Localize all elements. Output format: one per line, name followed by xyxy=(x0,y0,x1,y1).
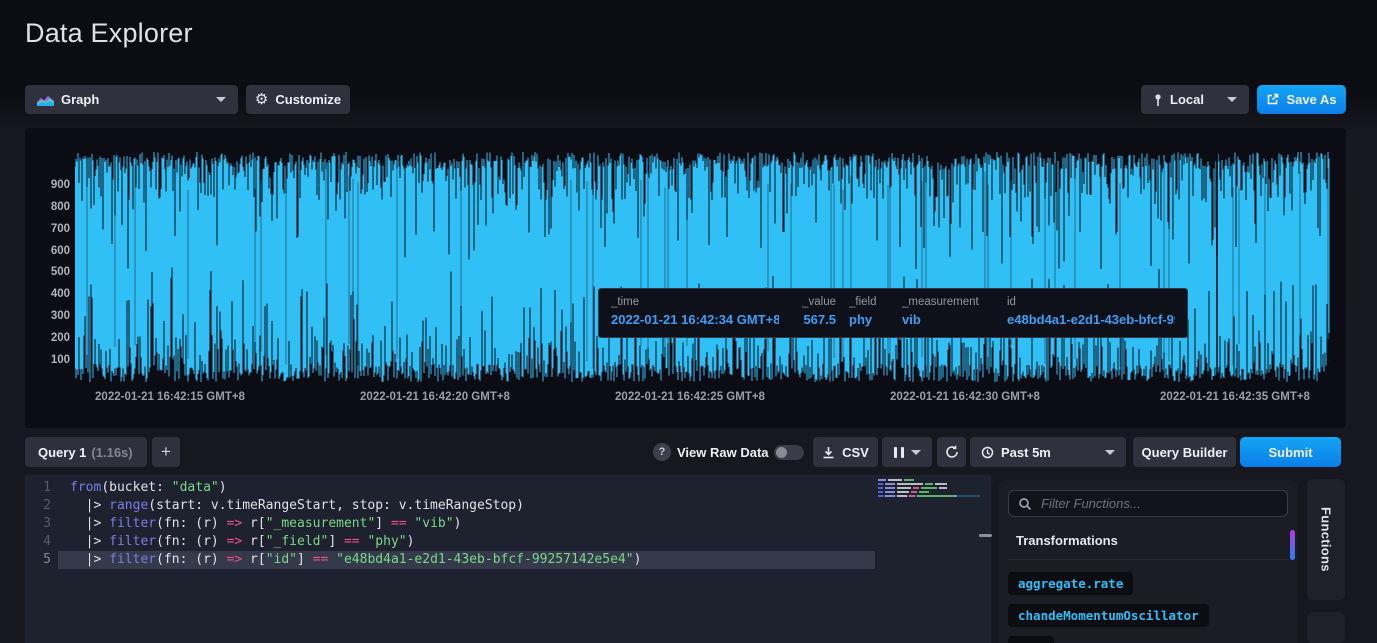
gear-icon: ⚙ xyxy=(255,92,268,107)
code-line[interactable]: 1from(bucket: "data") xyxy=(25,479,991,497)
clock-icon xyxy=(981,446,994,459)
add-query-button[interactable]: + xyxy=(152,437,180,467)
tooltip-column-measurement: _measurementvib xyxy=(902,296,994,330)
editor-minimap[interactable] xyxy=(878,479,990,499)
flux-code-editor[interactable]: 1from(bucket: "data")2 |> range(start: v… xyxy=(25,475,991,643)
query-duration: (1.16s) xyxy=(91,445,132,460)
code-line[interactable]: 5 |> filter(fn: (r) => r["id"] == "e48bd… xyxy=(25,551,991,569)
scrollbar-thumb[interactable] xyxy=(1290,530,1295,560)
tab-functions[interactable]: Functions xyxy=(1307,479,1345,600)
y-axis-tick: 600 xyxy=(25,243,70,259)
visualization-type-label: Graph xyxy=(61,92,99,107)
function-category-header: Transformations xyxy=(1016,533,1118,548)
chevron-down-icon xyxy=(216,97,226,102)
function-search-input[interactable] xyxy=(1039,495,1278,512)
tooltip-column-id: ide48bd4a1-e2d1-43eb-bfcf-992… xyxy=(1007,296,1175,330)
chevron-down-icon xyxy=(911,450,921,455)
x-axis-tick: 2022-01-21 16:42:30 GMT+8 xyxy=(890,391,1040,403)
submit-button[interactable]: Submit xyxy=(1240,437,1341,467)
chevron-down-icon xyxy=(1227,97,1237,102)
x-axis-tick: 2022-01-21 16:42:35 GMT+8 xyxy=(1160,391,1310,403)
functions-panel: Transformations aggregate.rate chandeMome… xyxy=(998,480,1298,643)
y-axis-tick: 700 xyxy=(25,221,70,237)
y-axis-tick: 800 xyxy=(25,199,70,215)
pause-icon xyxy=(894,447,897,458)
export-icon xyxy=(1266,93,1279,106)
x-axis-tick: 2022-01-21 16:42:20 GMT+8 xyxy=(360,391,510,403)
code-lines: 1from(bucket: "data")2 |> range(start: v… xyxy=(25,479,991,569)
code-line[interactable]: 3 |> filter(fn: (r) => r["_measurement"]… xyxy=(25,515,991,533)
refresh-button[interactable] xyxy=(937,437,966,467)
tab-next-partial[interactable] xyxy=(1307,612,1345,643)
function-item-partial[interactable] xyxy=(1008,636,1054,643)
time-range-dropdown[interactable]: Past 5m xyxy=(970,437,1126,467)
query-tab[interactable]: Query 1 (1.16s) xyxy=(25,437,147,467)
code-line[interactable]: 2 |> range(start: v.timeRangeStart, stop… xyxy=(25,497,991,515)
chart-tooltip: _time2022-01-21 16:42:34 GMT+8 _value567.… xyxy=(598,288,1188,338)
pin-icon xyxy=(1153,93,1163,107)
tooltip-column-time: _time2022-01-21 16:42:34 GMT+8 xyxy=(611,296,779,330)
view-raw-data-label: View Raw Data xyxy=(677,444,769,461)
y-axis-tick: 500 xyxy=(25,264,70,280)
y-axis-tick: 300 xyxy=(25,308,70,324)
y-axis-tick: 100 xyxy=(25,352,70,368)
panel-resize-handle[interactable] xyxy=(979,534,992,537)
tooltip-column-field: _fieldphy xyxy=(849,296,889,330)
y-axis-tick: 400 xyxy=(25,286,70,302)
tooltip-column-value: _value567.5 xyxy=(792,296,836,330)
page-title: Data Explorer xyxy=(25,18,193,49)
chevron-down-icon xyxy=(1105,450,1115,455)
function-item[interactable]: aggregate.rate xyxy=(1008,572,1133,595)
pause-refresh-button[interactable] xyxy=(882,437,932,467)
divider xyxy=(1008,559,1288,560)
y-axis-tick: 900 xyxy=(25,177,70,193)
x-axis-tick: 2022-01-21 16:42:15 GMT+8 xyxy=(95,391,245,403)
refresh-icon xyxy=(945,445,959,459)
visualization-type-dropdown[interactable]: Graph xyxy=(25,85,238,114)
query-builder-button[interactable]: Query Builder xyxy=(1133,437,1236,467)
csv-download-button[interactable]: CSV xyxy=(813,437,878,467)
chart-panel: _time2022-01-21 16:42:34 GMT+8 _value567.… xyxy=(25,128,1346,428)
search-icon xyxy=(1018,497,1032,511)
y-axis-tick: 200 xyxy=(25,330,70,346)
function-item[interactable]: chandeMomentumOscillator xyxy=(1008,604,1209,627)
help-icon[interactable]: ? xyxy=(653,443,671,461)
view-raw-data-toggle[interactable] xyxy=(774,445,804,460)
area-chart-icon xyxy=(37,94,54,106)
query-tab-name: Query 1 xyxy=(38,445,86,460)
toggle-knob xyxy=(776,447,787,458)
save-as-button[interactable]: Save As xyxy=(1257,85,1346,114)
download-icon xyxy=(822,446,835,459)
function-search-box[interactable] xyxy=(1008,490,1288,517)
x-axis-tick: 2022-01-21 16:42:25 GMT+8 xyxy=(615,391,765,403)
code-line[interactable]: 4 |> filter(fn: (r) => r["_field"] == "p… xyxy=(25,533,991,551)
write-location-dropdown[interactable]: Local xyxy=(1141,85,1249,114)
time-series-chart[interactable] xyxy=(75,152,1330,382)
customize-button[interactable]: ⚙ Customize xyxy=(246,85,350,114)
